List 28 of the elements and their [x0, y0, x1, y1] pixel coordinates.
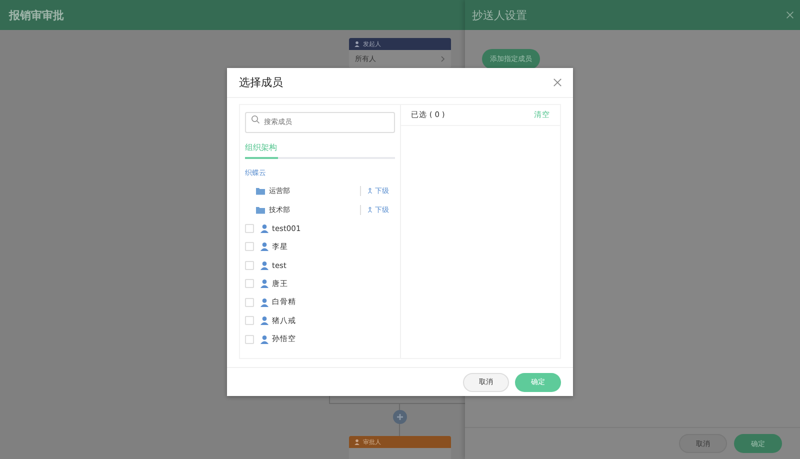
person-icon: [260, 242, 269, 252]
add-node-icon[interactable]: [393, 410, 407, 424]
person-icon: [260, 279, 269, 288]
search-icon: [251, 115, 260, 124]
checkbox[interactable]: [245, 279, 254, 288]
checkbox[interactable]: [245, 334, 254, 344]
folder-icon: [256, 206, 265, 214]
checkbox[interactable]: [245, 316, 254, 326]
drawer-title: 抄送人设置: [472, 8, 527, 22]
checkbox[interactable]: [245, 242, 254, 252]
page-title: 报销审审批: [9, 8, 64, 22]
hierarchy-icon[interactable]: [367, 206, 373, 212]
dialog-title: 选择成员: [239, 75, 283, 90]
person-icon: [260, 334, 269, 344]
person-icon: [354, 439, 360, 445]
person-icon: [260, 260, 269, 270]
checkbox[interactable]: [245, 298, 254, 307]
hierarchy-icon[interactable]: [367, 188, 373, 194]
person-icon: [260, 316, 269, 326]
folder-icon: [256, 186, 265, 194]
person-icon: [354, 41, 360, 47]
close-icon[interactable]: [553, 78, 562, 87]
person-icon: [260, 298, 269, 307]
checkbox[interactable]: [245, 224, 254, 233]
person-icon: [260, 224, 269, 233]
close-icon[interactable]: [786, 11, 794, 19]
checkbox[interactable]: [245, 260, 254, 270]
chevron-icon: [441, 56, 445, 62]
